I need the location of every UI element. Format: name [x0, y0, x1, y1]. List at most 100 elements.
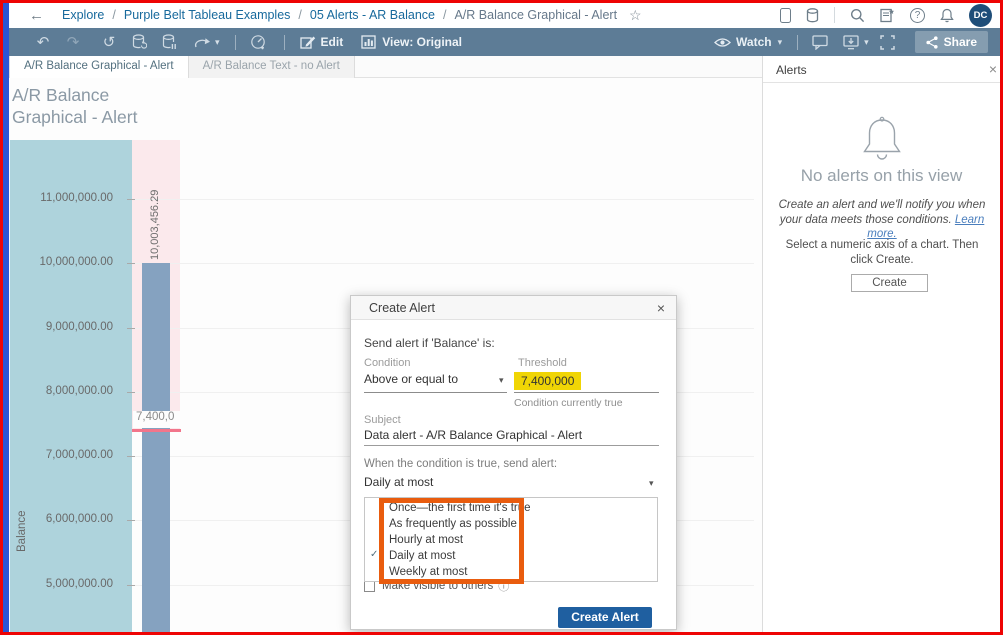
- pause-updates-icon[interactable]: [162, 34, 182, 51]
- comments-icon[interactable]: [812, 35, 832, 50]
- breadcrumb-separator: /: [104, 8, 123, 22]
- notifications-bell-icon[interactable]: [940, 8, 954, 23]
- y-tick-label: 10,000,000.00: [10, 256, 122, 268]
- watch-button[interactable]: Watch ▾: [714, 35, 782, 49]
- topbar-actions: ? DC: [780, 4, 992, 27]
- chevron-down-icon[interactable]: ▾: [215, 37, 220, 48]
- download-icon: [843, 35, 860, 50]
- view-toolbar: ↶ ↷ ↺ ▾ Edit View: Original Watc: [9, 28, 1000, 56]
- share-icon: [926, 36, 938, 49]
- metrics-gauge-icon[interactable]: [250, 34, 270, 51]
- search-icon[interactable]: [850, 8, 865, 23]
- reference-line[interactable]: [132, 429, 181, 432]
- no-alerts-description: Create an alert and we'll notify you whe…: [774, 198, 990, 242]
- y-tick-label: 11,000,000.00: [10, 192, 122, 204]
- y-tick-label: 5,000,000.00: [10, 578, 122, 590]
- chevron-down-icon[interactable]: ▾: [499, 375, 504, 386]
- axis-tick: [127, 392, 135, 393]
- forward-actions[interactable]: ▾: [193, 36, 220, 49]
- field-underline: [364, 445, 659, 446]
- dialog-intro-text: Send alert if 'Balance' is:: [364, 336, 495, 350]
- sheet-title-line1: A/R Balance: [12, 84, 137, 106]
- threshold-label: Threshold: [518, 357, 567, 369]
- favorite-star-icon[interactable]: ☆: [629, 7, 642, 24]
- breadcrumb-project[interactable]: Purple Belt Tableau Examples: [124, 8, 291, 22]
- annotation-blue-strip: [2, 2, 9, 633]
- alerts-panel: Alerts × No alerts on this view Create a…: [762, 56, 1000, 632]
- create-alert-dialog: Create Alert × Send alert if 'Balance' i…: [350, 295, 677, 630]
- y-tick-label: 7,000,000.00: [10, 449, 122, 461]
- frequency-select[interactable]: Daily at most: [364, 475, 433, 489]
- alerts-hint: Select a numeric axis of a chart. Then c…: [774, 238, 990, 267]
- data-source-icon[interactable]: [806, 8, 819, 23]
- breadcrumb-view: A/R Balance Graphical - Alert: [454, 8, 617, 22]
- condition-label: Condition: [364, 357, 410, 369]
- tab-text-no-alert[interactable]: A/R Balance Text - no Alert: [189, 56, 355, 78]
- axis-tick: [127, 328, 135, 329]
- breadcrumb: Explore / Purple Belt Tableau Examples /…: [62, 8, 617, 22]
- undo-icon[interactable]: ↶: [33, 35, 53, 50]
- frequency-label: When the condition is true, send alert:: [364, 458, 557, 470]
- edit-label: Edit: [321, 35, 344, 49]
- subject-input[interactable]: Data alert - A/R Balance Graphical - Ale…: [364, 428, 582, 442]
- bell-illustration-icon: [763, 116, 1000, 167]
- bar-chart-icon: [361, 35, 377, 50]
- create-alert-button[interactable]: Create Alert: [558, 607, 652, 628]
- help-icon[interactable]: ?: [910, 8, 925, 23]
- divider: [834, 7, 835, 23]
- new-content-icon[interactable]: [880, 8, 895, 23]
- share-label: Share: [944, 35, 977, 49]
- sheet-tabbar: A/R Balance Graphical - Alert A/R Balanc…: [9, 56, 762, 78]
- device-preview-icon[interactable]: [780, 8, 791, 23]
- make-visible-checkbox[interactable]: [364, 581, 375, 592]
- no-alerts-title: No alerts on this view: [763, 166, 1000, 186]
- y-tick-label: 8,000,000.00: [10, 385, 122, 397]
- axis-tick: [127, 520, 135, 521]
- gridline: [132, 199, 754, 200]
- download-button[interactable]: ▾: [843, 35, 869, 50]
- close-icon[interactable]: ×: [989, 61, 997, 77]
- axis-tick: [127, 585, 135, 586]
- revert-icon[interactable]: ↺: [99, 35, 119, 50]
- balance-bar[interactable]: [142, 263, 170, 632]
- annotation-highlight-box: [379, 498, 524, 584]
- user-avatar[interactable]: DC: [969, 4, 992, 27]
- axis-tick: [127, 456, 135, 457]
- field-underline: [364, 392, 507, 393]
- alerts-panel-title: Alerts: [776, 63, 807, 77]
- chevron-down-icon[interactable]: ▾: [864, 37, 869, 48]
- threshold-input[interactable]: 7,400,000: [514, 372, 581, 390]
- condition-select[interactable]: Above or equal to: [364, 372, 458, 386]
- dialog-title: Create Alert: [369, 301, 435, 315]
- breadcrumb-separator: /: [435, 8, 454, 22]
- view-original-button[interactable]: View: Original: [361, 35, 462, 50]
- axis-tick: [127, 199, 135, 200]
- back-icon[interactable]: ←: [29, 8, 44, 23]
- panel-create-button[interactable]: Create: [851, 274, 928, 292]
- tab-graphical-alert[interactable]: A/R Balance Graphical - Alert: [9, 56, 189, 79]
- redo-icon[interactable]: ↷: [63, 35, 83, 50]
- divider: [797, 35, 798, 50]
- sheet-title-line2: Graphical - Alert: [12, 106, 137, 128]
- refresh-data-icon[interactable]: [132, 34, 152, 51]
- bar-value-label: 10,003,456.29: [149, 171, 161, 260]
- fullscreen-icon[interactable]: [880, 35, 900, 50]
- breadcrumb-workbook[interactable]: 05 Alerts - AR Balance: [310, 8, 435, 22]
- breadcrumb-separator: /: [290, 8, 309, 22]
- close-icon[interactable]: ×: [657, 300, 665, 316]
- y-axis-title[interactable]: Balance: [16, 488, 28, 552]
- chevron-down-icon[interactable]: ▾: [649, 478, 654, 489]
- top-navigation-bar: ← Explore / Purple Belt Tableau Examples…: [9, 2, 1000, 28]
- y-tick-label: 9,000,000.00: [10, 321, 122, 333]
- selected-check-icon: ✓: [370, 549, 378, 560]
- gridline: [132, 263, 754, 264]
- field-underline: [514, 392, 659, 393]
- condition-status-text: Condition currently true: [514, 397, 623, 409]
- toolbar-right-actions: Watch ▾ ▾ Share: [708, 31, 988, 53]
- share-button[interactable]: Share: [915, 31, 988, 53]
- divider: [235, 35, 236, 50]
- watch-label: Watch: [736, 35, 772, 49]
- edit-button[interactable]: Edit: [300, 35, 344, 50]
- forward-icon: [193, 36, 211, 49]
- breadcrumb-explore[interactable]: Explore: [62, 8, 104, 22]
